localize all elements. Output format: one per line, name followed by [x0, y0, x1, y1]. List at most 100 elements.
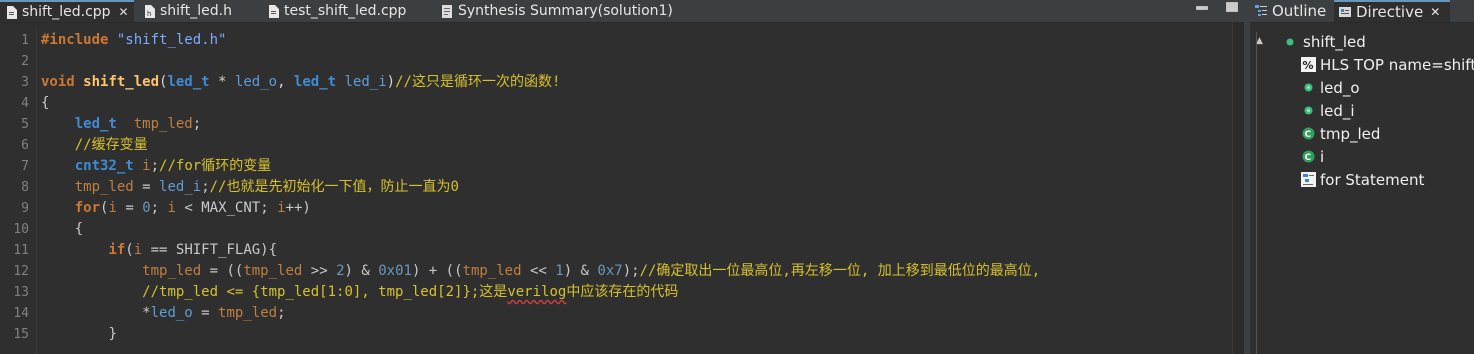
directive-icon — [1339, 7, 1351, 17]
type-name: led_t — [293, 74, 337, 90]
code-line-7: cnt32_t i;//for循环的变量 — [41, 156, 271, 177]
code-token: , — [277, 74, 294, 90]
code-token: ++) — [285, 200, 311, 216]
code-line-11: if(i == SHIFT_FLAG){ — [41, 240, 277, 261]
line-number: 1 — [21, 33, 29, 48]
line-number: 8 — [21, 180, 29, 195]
code-line-5: led_t tmp_led; — [41, 114, 201, 135]
tab-test-shift-led-cpp[interactable]: test_shift_led.cpp — [262, 0, 432, 22]
tree-item-label: led_o — [1320, 78, 1360, 97]
tree-item-label: led_i — [1320, 101, 1355, 120]
minimize-icon[interactable] — [1196, 6, 1208, 10]
variable: tmp_led — [133, 116, 193, 132]
number-literal: 0 — [142, 200, 151, 216]
tree-item-shift-led[interactable]: shift_led — [1284, 32, 1366, 53]
line-number-gutter: 1 2 3 4 5 6 7 8 9 10 11 12 13 14 15 — [0, 30, 37, 354]
code-token: { — [74, 221, 84, 237]
code-token: ( — [125, 242, 134, 258]
type-name: led_t — [74, 116, 117, 132]
tree-item-for-statement[interactable]: for Statement — [1301, 168, 1424, 191]
tab-synthesis-summary[interactable]: Synthesis Summary(solution1) — [440, 0, 690, 22]
code-token: ; — [201, 179, 210, 195]
line-number: 14 — [13, 306, 29, 321]
svg-text:h: h — [147, 10, 151, 18]
code-line-3: void shift_led(led_t * led_o, led_t led_… — [41, 72, 560, 93]
line-number: 2 — [21, 54, 29, 69]
variable: tmp_led — [462, 263, 522, 279]
tab-outline[interactable]: Outline — [1250, 0, 1334, 22]
tree-item-i[interactable]: C i — [1301, 145, 1324, 168]
variable: tmp_led — [74, 179, 134, 195]
code-token: ; — [150, 158, 160, 174]
tab-label: shift_led.cpp — [22, 4, 111, 20]
keyword: void — [41, 74, 75, 90]
code-token: ); — [622, 263, 640, 279]
code-area[interactable]: #include "shift_led.h" void shift_led(le… — [41, 30, 1231, 354]
comment: //确定取出一位最高位,再左移一位, 加上移到最低位的最高位, — [639, 263, 1041, 279]
code-line-14: *led_o = tmp_led; — [41, 303, 286, 324]
code-token: * — [142, 305, 151, 321]
tree-item-tmp-led[interactable]: C tmp_led — [1301, 122, 1380, 145]
line-number: 7 — [21, 159, 29, 174]
code-line-8: tmp_led = led_i;//也就是先初始化一下值，防止一直为0 — [41, 177, 459, 198]
header-file-icon: h — [144, 4, 155, 18]
outline-icon — [1255, 5, 1267, 16]
variable: tmp_led — [218, 305, 278, 321]
code-token: ) & — [344, 263, 379, 279]
code-token: = (( — [201, 263, 244, 279]
code-token: ) — [386, 74, 396, 90]
code-token: ; — [277, 305, 286, 321]
line-number: 6 — [21, 138, 29, 153]
number-literal: 0x7 — [597, 263, 623, 279]
tab-shift-led-h[interactable]: h shift_led.h — [138, 0, 258, 22]
code-line-9: for(i = 0; i < MAX_CNT; i++) — [41, 198, 311, 219]
number-literal: 0x01 — [378, 263, 412, 279]
code-token: ; — [192, 116, 202, 132]
tree-item-led-o[interactable]: led_o — [1301, 76, 1360, 99]
tab-label: Synthesis Summary(solution1) — [458, 3, 673, 19]
tab-shift-led-cpp[interactable]: shift_led.cpp ✕ — [0, 0, 134, 22]
maximize-icon[interactable] — [1226, 2, 1238, 12]
svg-text:C: C — [1305, 130, 1312, 140]
tree-item-hls-top[interactable]: % HLS TOP name=shift_ — [1301, 53, 1474, 76]
code-token: < MAX_CNT; — [175, 200, 278, 216]
line-number: 3 — [21, 75, 29, 90]
include-string: "shift_led.h" — [108, 32, 227, 48]
panel-tab-bar: Outline Directive ✕ — [1250, 0, 1474, 23]
code-line-10: { — [41, 219, 83, 240]
line-number: 10 — [13, 222, 29, 237]
line-number: 12 — [13, 264, 29, 279]
directive-panel: Outline Directive ✕ ▲ shift_led % HLS TO… — [1250, 0, 1474, 354]
comment: //for循环的变量 — [159, 158, 272, 174]
svg-text:%: % — [1303, 59, 1314, 72]
comment: //这只是循环一次的函数! — [395, 74, 561, 90]
code-editor[interactable]: shift_led.cpp ✕ h shift_led.h test_shift… — [0, 0, 1245, 354]
variable: tmp_led — [142, 263, 202, 279]
tab-label: shift_led.h — [160, 3, 232, 19]
report-icon — [442, 4, 453, 18]
keyword: if — [108, 242, 126, 258]
pragma-icon: % — [1301, 57, 1316, 72]
code-line-15: } — [41, 324, 116, 345]
variable: i — [133, 242, 143, 258]
variable: tmp_led — [243, 263, 303, 279]
code-token: << — [521, 263, 556, 279]
preprocessor-directive: #include — [41, 32, 109, 48]
variable-icon: C — [1302, 150, 1315, 163]
line-number: 5 — [21, 117, 29, 132]
window-controls — [1196, 0, 1238, 14]
tree-item-label: for Statement — [1320, 170, 1425, 189]
tab-label: Outline — [1272, 2, 1327, 20]
tab-label: test_shift_led.cpp — [284, 3, 407, 19]
code-line-1: #include "shift_led.h" — [41, 30, 226, 51]
variable: i — [277, 200, 286, 216]
close-icon[interactable]: ✕ — [119, 5, 129, 19]
spell-error-word: verilog — [507, 284, 567, 300]
tree-item-led-i[interactable]: led_i — [1301, 99, 1355, 122]
function-icon — [1286, 38, 1294, 46]
tab-directive[interactable]: Directive ✕ — [1334, 0, 1450, 22]
cpp-file-icon — [268, 4, 279, 18]
comment: //缓存变量 — [74, 137, 148, 153]
close-icon[interactable]: ✕ — [1430, 5, 1440, 19]
